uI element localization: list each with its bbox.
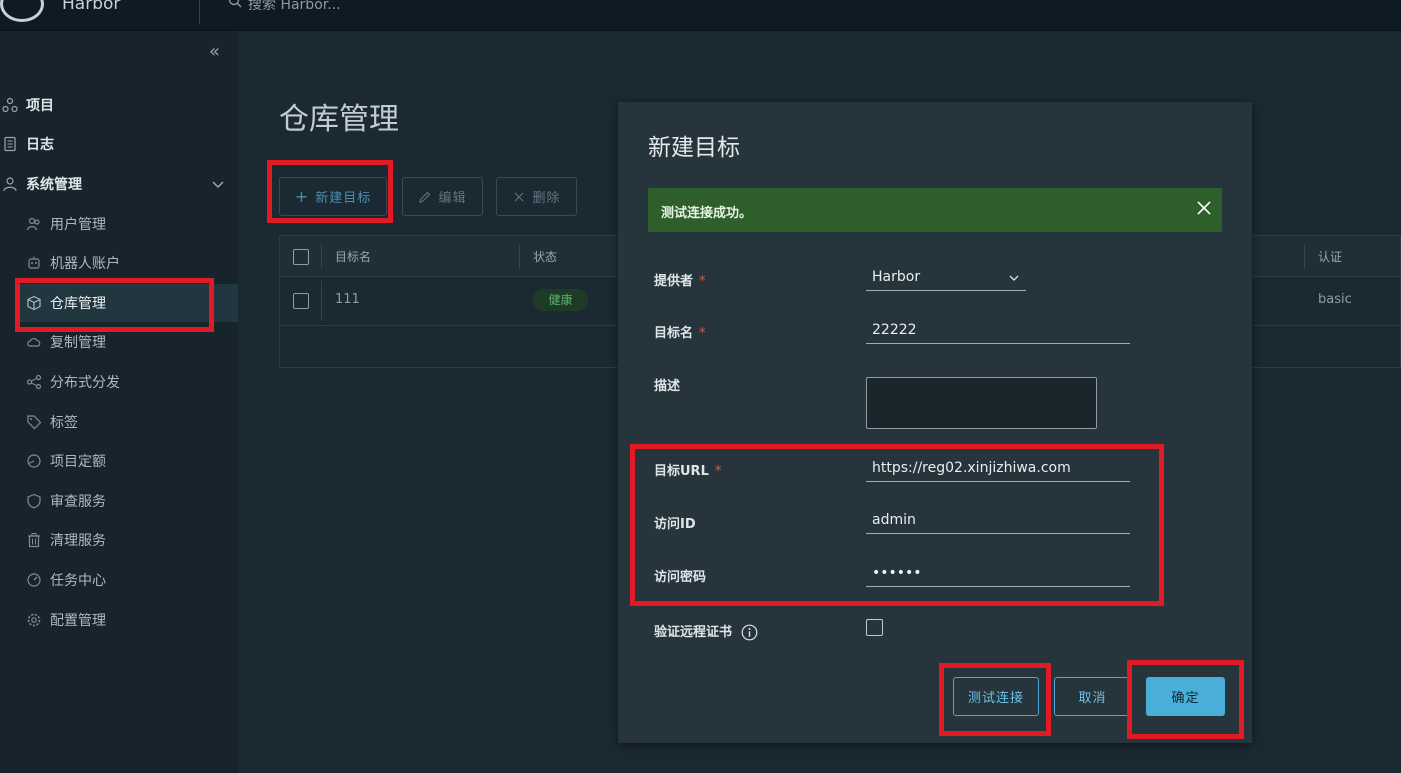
close-icon[interactable] <box>1196 200 1212 216</box>
name-label: 目标名 * <box>654 326 706 341</box>
column-header-name[interactable]: 目标名 <box>335 248 371 265</box>
sidebar-item-projects[interactable]: 项目 <box>0 86 238 124</box>
sidebar-item-label: 日志 <box>26 137 54 153</box>
sidebar-item-admin[interactable]: 系统管理 <box>0 165 238 203</box>
close-icon <box>515 192 524 201</box>
users-icon <box>26 217 40 231</box>
sidebar-item-replication[interactable]: 复制管理 <box>0 323 238 361</box>
sidebar-item-label: 系统管理 <box>26 177 82 193</box>
sidebar-item-robots[interactable]: 机器人账户 <box>0 244 238 282</box>
description-textarea[interactable] <box>866 377 1097 429</box>
sidebar-item-label: 标签 <box>50 415 78 431</box>
sidebar-item-label: 项目 <box>26 98 54 114</box>
gear-icon <box>27 613 41 627</box>
sidebar-item-label: 机器人账户 <box>50 256 120 272</box>
project-icon <box>2 97 18 113</box>
admin-icon <box>3 177 17 192</box>
provider-label: 提供者 * <box>654 274 706 289</box>
plus-icon: + <box>294 187 310 206</box>
header-divider <box>199 0 200 24</box>
column-separator <box>321 244 322 269</box>
registry-icon <box>27 295 41 311</box>
sidebar-item-label: 分布式分发 <box>50 375 120 391</box>
test-connection-button[interactable]: 测试连接 <box>953 677 1039 716</box>
provider-value: Harbor <box>872 269 921 285</box>
share-icon <box>26 374 42 390</box>
select-all-checkbox[interactable] <box>293 249 309 265</box>
edit-button[interactable]: 编辑 <box>402 177 483 216</box>
sidebar-item-job-service[interactable]: 任务中心 <box>0 561 238 599</box>
sidebar-item-label: 项目定额 <box>50 454 106 470</box>
replication-icon <box>27 338 41 347</box>
column-separator <box>519 244 520 269</box>
column-separator <box>321 281 322 321</box>
auth-type: basic <box>1318 292 1352 307</box>
column-header-status[interactable]: 状态 <box>533 248 557 265</box>
provider-select[interactable]: Harbor <box>866 265 1026 291</box>
search-icon <box>228 0 242 8</box>
page-title: 仓库管理 <box>279 102 399 137</box>
sidebar-item-logs[interactable]: 日志 <box>0 125 238 163</box>
sidebar-item-label: 任务中心 <box>50 573 106 589</box>
sidebar-item-distribution[interactable]: 分布式分发 <box>0 363 238 401</box>
robot-icon <box>28 256 40 269</box>
sidebar-item-label: 配置管理 <box>50 613 106 629</box>
access-secret-label: 访问密码 <box>654 570 707 585</box>
delete-label: 删除 <box>532 191 561 206</box>
log-icon <box>4 136 16 152</box>
sidebar: « 项目 日志 系统管理 用户管理 机器人账户 仓库管理 复制管理 分布式分发 … <box>0 31 238 773</box>
cancel-button[interactable]: 取消 <box>1054 677 1131 716</box>
success-alert: 测试连接成功。 <box>648 188 1222 232</box>
ok-button[interactable]: 确定 <box>1146 677 1225 716</box>
alert-message: 测试连接成功。 <box>661 206 753 221</box>
sidebar-item-label: 仓库管理 <box>50 296 106 312</box>
sidebar-item-label: 清理服务 <box>50 533 106 549</box>
brand-name: Harbor <box>62 0 121 14</box>
url-label: 目标URL * <box>654 464 722 479</box>
verify-cert-label: 验证远程证书 <box>654 621 758 641</box>
name-input[interactable]: 22222 <box>866 318 1130 344</box>
chevron-down-icon <box>212 181 224 189</box>
description-label: 描述 <box>654 379 681 394</box>
column-header-auth[interactable]: 认证 <box>1318 248 1342 265</box>
pencil-icon <box>419 191 431 203</box>
new-endpoint-dialog: 新建目标 测试连接成功。 提供者 * Harbor 目标名 * 22222 描述 目… <box>618 102 1252 743</box>
app-header: Harbor 搜索 Harbor... <box>0 0 1401 31</box>
info-icon[interactable] <box>741 624 758 641</box>
sidebar-item-clean-up[interactable]: 清理服务 <box>0 521 238 559</box>
sidebar-item-label: 复制管理 <box>50 335 106 351</box>
dashboard-icon <box>27 573 41 587</box>
sidebar-item-labels[interactable]: 标签 <box>0 403 238 441</box>
sidebar-item-label: 审查服务 <box>50 494 106 510</box>
tag-icon <box>27 415 42 430</box>
new-endpoint-button[interactable]: + 新建目标 <box>279 177 387 216</box>
verify-cert-checkbox[interactable] <box>866 619 883 636</box>
harbor-logo-icon <box>0 0 44 22</box>
column-separator <box>1304 244 1305 269</box>
url-input[interactable]: https://reg02.xinjizhiwa.com <box>866 456 1130 482</box>
dialog-title: 新建目标 <box>648 135 740 161</box>
edit-label: 编辑 <box>438 191 467 206</box>
sidebar-item-registries[interactable]: 仓库管理 <box>16 284 238 322</box>
status-badge: 健康 <box>533 289 588 311</box>
row-checkbox[interactable] <box>293 293 309 309</box>
quota-icon <box>27 454 41 468</box>
endpoint-name: 111 <box>335 292 360 307</box>
new-endpoint-label: 新建目标 <box>315 191 372 206</box>
access-secret-input[interactable]: •••••• <box>866 561 1130 587</box>
collapse-sidebar-icon[interactable]: « <box>209 43 229 63</box>
sidebar-item-configuration[interactable]: 配置管理 <box>0 601 238 639</box>
sidebar-item-users[interactable]: 用户管理 <box>0 205 238 243</box>
trash-icon <box>28 533 40 548</box>
sidebar-item-scanners[interactable]: 审查服务 <box>0 482 238 520</box>
access-id-label: 访问ID <box>654 517 696 532</box>
access-id-input[interactable]: admin <box>866 508 1130 534</box>
shield-icon <box>27 493 41 509</box>
search-input[interactable]: 搜索 Harbor... <box>248 0 341 14</box>
delete-button[interactable]: 删除 <box>496 177 577 216</box>
sidebar-item-quotas[interactable]: 项目定额 <box>0 442 238 480</box>
chevron-down-icon <box>1009 275 1019 281</box>
sidebar-item-label: 用户管理 <box>50 217 106 233</box>
